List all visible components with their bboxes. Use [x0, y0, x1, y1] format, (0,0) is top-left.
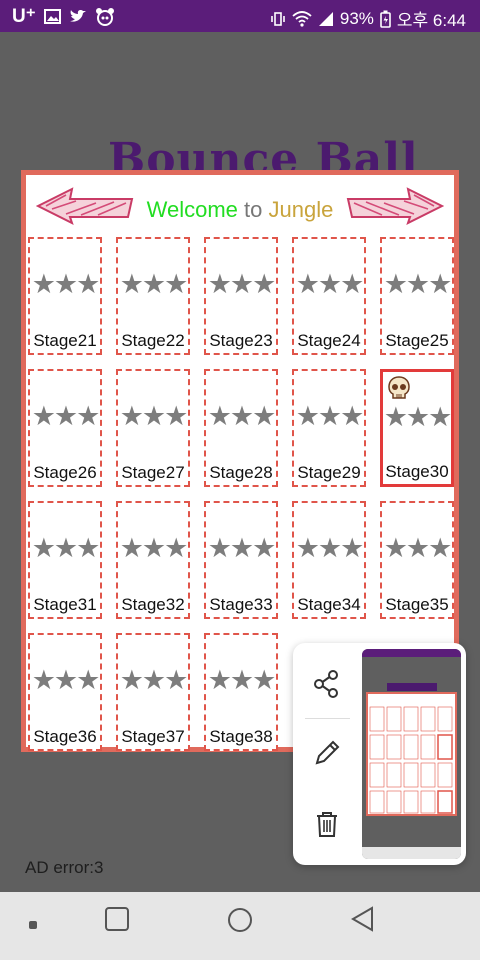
stage-stars: ★★★	[31, 269, 101, 299]
status-bar: U⁺ 93% 오후 6:44	[0, 0, 480, 32]
stage-cell[interactable]: ★★★ Stage34	[292, 501, 366, 619]
stage-label: Stage31	[33, 595, 97, 614]
stage-stars: ★★★	[295, 401, 365, 431]
edit-icon[interactable]	[311, 737, 343, 769]
carrier-label: U⁺	[12, 6, 36, 27]
stage-label: Stage30	[385, 462, 449, 481]
stage-label: Stage34	[297, 595, 361, 614]
stage-cell[interactable]: ★★★ Stage21	[28, 237, 102, 355]
back-button[interactable]	[350, 906, 376, 932]
skull-icon	[388, 376, 410, 399]
ad-error-text: AD error:3	[25, 858, 104, 877]
stage-stars: ★★★	[207, 665, 277, 695]
stage-stars: ★★★	[31, 665, 101, 695]
vibrate-icon	[271, 11, 285, 26]
stage-label: Stage29	[297, 463, 361, 482]
stage-cell[interactable]: ★★★ Stage33	[204, 501, 278, 619]
next-world-arrow-icon[interactable]	[344, 187, 444, 225]
stage-label: Stage22	[121, 331, 185, 350]
overview-button[interactable]	[104, 906, 130, 932]
stage-label: Stage32	[121, 595, 185, 614]
popup-divider	[305, 718, 350, 719]
stage-cell[interactable]: ★★★ Stage32	[116, 501, 190, 619]
stage-stars: ★★★	[383, 402, 453, 432]
signal-icon	[318, 11, 333, 26]
wifi-icon	[292, 10, 312, 27]
stage-cell[interactable]: ★★★ Stage22	[116, 237, 190, 355]
world-name: Jungle	[268, 197, 334, 222]
clock: 오후 6:44	[396, 11, 466, 30]
stage-stars: ★★★	[119, 665, 189, 695]
stage-label: Stage37	[121, 727, 185, 746]
stage-cell[interactable]: ★★★ Stage37	[116, 633, 190, 751]
stage-stars: ★★★	[31, 401, 101, 431]
welcome-word: Welcome	[146, 197, 238, 222]
thumbnail-image	[362, 649, 461, 859]
stage-cell[interactable]: ★★★ Stage27	[116, 369, 190, 487]
stage-stars: ★★★	[31, 533, 101, 563]
delete-icon[interactable]	[311, 808, 343, 840]
stage-cell[interactable]: ★★★ Stage23	[204, 237, 278, 355]
stage-cell-current[interactable]: ★★★ Stage30	[380, 369, 454, 487]
stage-stars: ★★★	[119, 401, 189, 431]
notification-icon	[95, 7, 114, 26]
screenshot-thumbnail[interactable]	[362, 649, 461, 859]
stage-cell[interactable]: ★★★ Stage29	[292, 369, 366, 487]
stage-stars: ★★★	[295, 269, 365, 299]
stage-label: Stage21	[33, 331, 97, 350]
stage-label: Stage33	[209, 595, 273, 614]
nav-bar	[0, 892, 480, 960]
stage-stars: ★★★	[119, 269, 189, 299]
battery-icon	[380, 10, 391, 28]
share-icon[interactable]	[311, 668, 343, 700]
stage-label: Stage36	[33, 727, 97, 746]
stage-label: Stage27	[121, 463, 185, 482]
stage-label: Stage26	[33, 463, 97, 482]
recent-dot-button[interactable]	[26, 918, 40, 932]
stage-label: Stage38	[209, 727, 273, 746]
stage-label: Stage24	[297, 331, 361, 350]
stage-cell[interactable]: ★★★ Stage25	[380, 237, 454, 355]
stage-label: Stage35	[385, 595, 449, 614]
stage-label: Stage23	[209, 331, 273, 350]
stage-stars: ★★★	[383, 533, 453, 563]
stage-stars: ★★★	[295, 533, 365, 563]
twitter-icon	[69, 10, 86, 22]
stage-cell[interactable]: ★★★ Stage35	[380, 501, 454, 619]
stage-cell[interactable]: ★★★ Stage28	[204, 369, 278, 487]
screenshot-popup	[293, 643, 466, 865]
stage-stars: ★★★	[119, 533, 189, 563]
stage-cell[interactable]: ★★★ Stage31	[28, 501, 102, 619]
stage-label: Stage25	[385, 331, 449, 350]
home-button[interactable]	[226, 906, 254, 934]
stage-cell[interactable]: ★★★ Stage26	[28, 369, 102, 487]
battery-percent: 93%	[339, 8, 374, 28]
stage-cell[interactable]: ★★★ Stage36	[28, 633, 102, 751]
stage-label: Stage28	[209, 463, 273, 482]
stage-stars: ★★★	[207, 269, 277, 299]
stage-cell[interactable]: ★★★ Stage38	[204, 633, 278, 751]
stage-cell[interactable]: ★★★ Stage24	[292, 237, 366, 355]
gallery-icon	[43, 9, 61, 24]
stage-stars: ★★★	[383, 269, 453, 299]
stage-stars: ★★★	[207, 533, 277, 563]
to-word: to	[244, 197, 263, 222]
world-banner: Welcome to Jungle	[26, 175, 454, 233]
stage-stars: ★★★	[207, 401, 277, 431]
